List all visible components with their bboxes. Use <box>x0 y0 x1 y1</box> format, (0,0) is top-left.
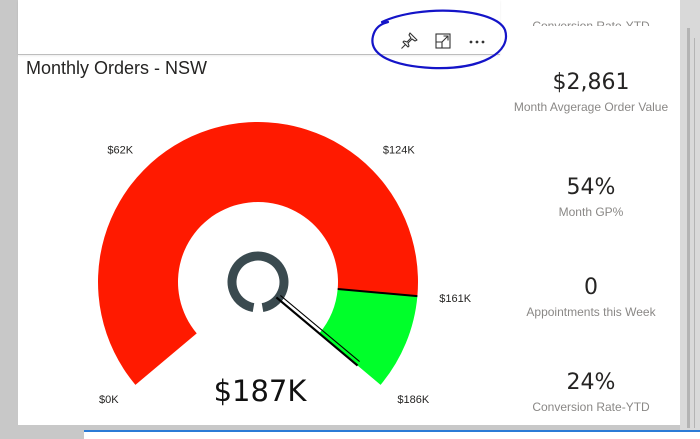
gauge-tick-label: $161K <box>439 293 471 305</box>
kpi-card-avg-order-value[interactable]: $2,861 Month Avgerage Order Value <box>500 70 682 114</box>
gauge-target-band[interactable] <box>319 289 418 385</box>
kpi-value: 54% <box>566 175 616 200</box>
gauge-hub <box>227 251 289 313</box>
kpi-label: Month GP% <box>558 205 624 219</box>
kpi-label: Appointments this Week <box>526 305 656 319</box>
kpi-card-month-gp[interactable]: 54% Month GP% <box>500 175 682 219</box>
gauge-tick-label: $186K <box>397 394 429 406</box>
kpi-card-appointments[interactable]: 0 Appointments this Week <box>500 275 682 319</box>
kpi-value: $2,861 <box>552 70 630 95</box>
gauge-value-label: $187K <box>213 374 307 408</box>
gauge-tick-label: $62K <box>107 145 133 157</box>
gauge-tick-label: $0K <box>99 394 119 406</box>
gauge-chart[interactable]: $0K $62K $124K $161K $186K <box>0 0 500 437</box>
kpi-label: Conversion Rate-YTD <box>532 400 650 414</box>
scrollbar-track[interactable] <box>687 28 690 428</box>
kpi-label: Month Avgerage Order Value <box>513 100 669 114</box>
gauge-tick-label: $124K <box>383 145 415 157</box>
kpi-value: 0 <box>584 275 598 300</box>
kpi-value: 24% <box>566 370 616 395</box>
kpi-cut-off-label: Conversion Rate-YTD <box>532 19 650 26</box>
canvas-right-scroll-area[interactable] <box>680 0 700 437</box>
scrollbar-edge <box>694 38 695 428</box>
kpi-card-conversion-rate[interactable]: 24% Conversion Rate-YTD <box>500 370 682 414</box>
